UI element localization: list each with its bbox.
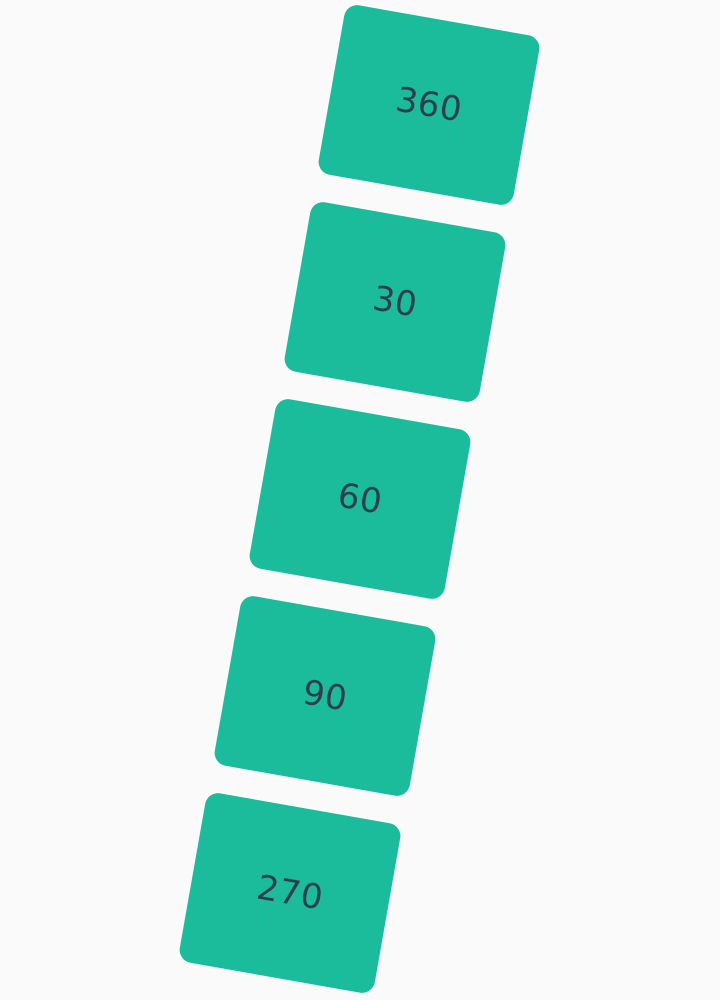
tile-label: 270 bbox=[253, 867, 327, 919]
rotated-tile-stack: 360 30 60 90 270 bbox=[0, 0, 720, 1000]
tile-label: 360 bbox=[392, 79, 466, 131]
tile-label: 90 bbox=[299, 672, 351, 720]
tile-90[interactable]: 90 bbox=[212, 594, 438, 798]
tile-label: 30 bbox=[369, 278, 421, 326]
tile-360[interactable]: 360 bbox=[316, 3, 542, 207]
tile-30[interactable]: 30 bbox=[282, 200, 508, 404]
tile-label: 60 bbox=[334, 475, 386, 523]
tile-60[interactable]: 60 bbox=[247, 397, 473, 601]
tile-270[interactable]: 270 bbox=[177, 791, 403, 995]
